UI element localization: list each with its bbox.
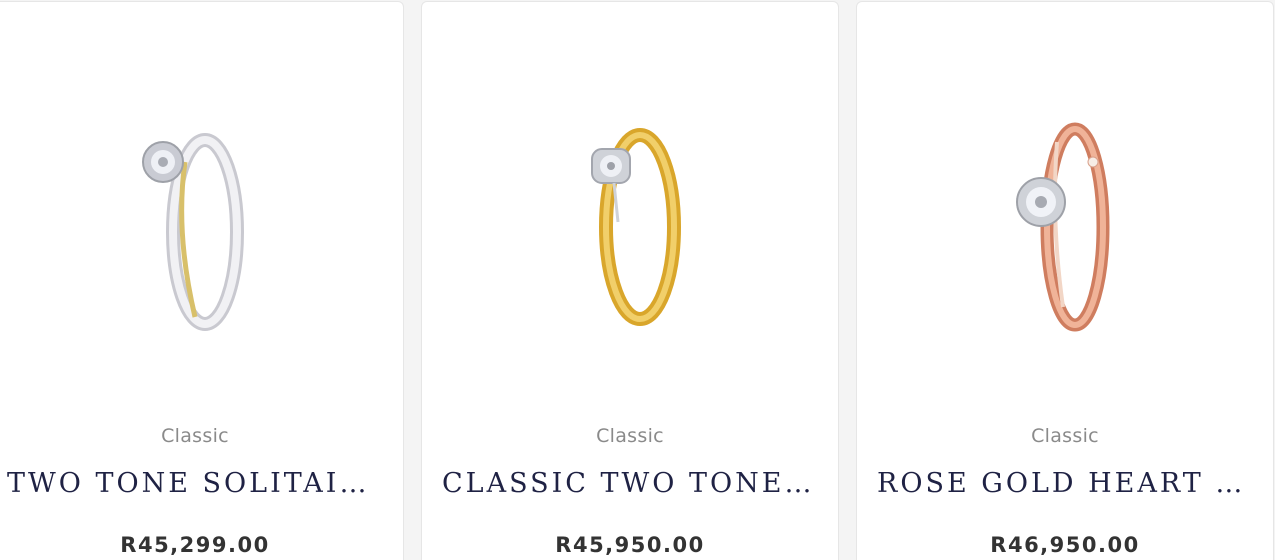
product-price: R45,299.00 [120,533,270,557]
product-card[interactable]: Classic CLASSIC TWO TONE SOLITAIRE R45,9… [421,1,839,560]
product-grid: Classic TWO TONE SOLITAIRE R45,299.00 Cl… [0,0,1275,560]
ring-icon [142,133,244,331]
product-price: R46,950.00 [990,533,1140,557]
product-title[interactable]: CLASSIC TWO TONE SOLITAIRE [442,468,818,499]
product-image[interactable] [422,82,838,362]
product-category: Classic [596,425,664,447]
product-title[interactable]: TWO TONE SOLITAIRE [7,468,383,499]
product-title[interactable]: ROSE GOLD HEART SOLITAIRE [877,468,1253,499]
product-image[interactable] [857,82,1273,362]
product-card[interactable]: Classic TWO TONE SOLITAIRE R45,299.00 [0,1,404,560]
product-category: Classic [161,425,229,447]
product-card[interactable]: Classic ROSE GOLD HEART SOLITAIRE R46,95… [856,1,1274,560]
product-price: R45,950.00 [555,533,705,557]
product-category: Classic [1031,425,1099,447]
ring-icon [1016,122,1110,332]
product-image[interactable] [0,82,403,362]
ring-icon [591,128,681,326]
